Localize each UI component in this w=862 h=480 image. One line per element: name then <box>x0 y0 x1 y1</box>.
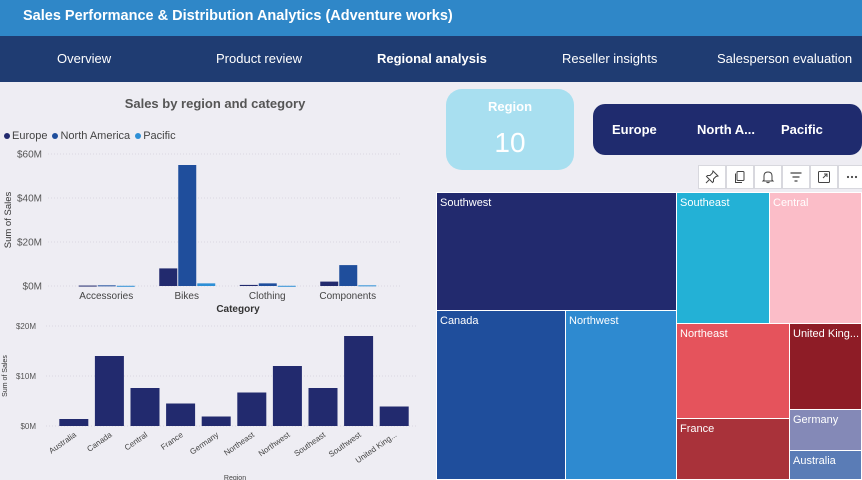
slicer-item-europe[interactable]: Europe <box>612 122 657 137</box>
treemap-tile-southwest[interactable]: Southwest <box>436 192 677 311</box>
bar-europe-accessories <box>78 285 97 287</box>
tab-overview[interactable]: Overview <box>57 51 111 66</box>
y-tick-label: $0M <box>23 282 42 293</box>
region-count-card: Region 10 <box>446 89 574 170</box>
pin-icon[interactable] <box>698 165 726 189</box>
report-title-bar: Sales Performance & Distribution Analyti… <box>0 0 862 36</box>
chart-title: Sales by region and category <box>124 96 306 111</box>
x-tick-label: Canada <box>85 430 114 454</box>
legend-item-pacific[interactable]: Pacific <box>135 130 176 142</box>
card-value: 10 <box>494 127 526 158</box>
bell-icon[interactable] <box>754 165 782 189</box>
bar-southwest <box>344 336 374 426</box>
bar-north-america-accessories <box>97 285 116 287</box>
x-tick-label: Bikes <box>175 291 199 302</box>
treemap-tile-canada[interactable]: Canada <box>436 310 566 480</box>
bar-europe-bikes <box>159 268 178 286</box>
bar-north-america-clothing <box>258 283 277 286</box>
treemap-tile-central[interactable]: Central <box>769 192 862 324</box>
legend-item-north-america[interactable]: North America <box>52 130 130 142</box>
copy-icon[interactable] <box>726 165 754 189</box>
treemap-tile-united-kingdom[interactable]: United King... <box>789 323 862 410</box>
sales-by-region-chart: $0M $10M $20M Sum of Sales Australia Canada Ce… <box>2 322 418 480</box>
x-axis-title: Category <box>216 304 260 315</box>
more-options-icon[interactable] <box>838 165 862 189</box>
y-tick-label: $0M <box>20 422 36 431</box>
x-axis-title: Region <box>224 475 246 480</box>
bar-germany <box>201 416 231 426</box>
bar-france <box>166 403 196 426</box>
tab-regional-analysis[interactable]: Regional analysis <box>377 51 487 66</box>
y-tick-label: $20M <box>16 322 36 331</box>
y-axis-title: Sum of Sales <box>3 192 14 249</box>
x-tick-label: France <box>159 430 185 452</box>
visual-header-toolbar <box>698 165 862 189</box>
x-tick-label: Australia <box>47 430 78 456</box>
slicer-item-pacific[interactable]: Pacific <box>781 122 823 137</box>
treemap-tile-france[interactable]: France <box>676 418 790 480</box>
bar-north-america-components <box>339 265 358 286</box>
bar-northeast <box>237 392 267 426</box>
legend-item-europe[interactable]: Europe <box>4 130 47 142</box>
tab-reseller-insights[interactable]: Reseller insights <box>562 51 657 66</box>
bar-central <box>130 388 160 426</box>
y-tick-label: $60M <box>17 150 42 161</box>
tab-salesperson-evaluation[interactable]: Salesperson evaluation <box>717 51 852 66</box>
bar-pacific-bikes <box>197 283 216 286</box>
card-label: Region <box>487 99 533 114</box>
legend-dot-pacific <box>135 133 142 139</box>
report-title: Sales Performance & Distribution Analyti… <box>23 8 453 24</box>
treemap-tile-northwest[interactable]: Northwest <box>565 310 677 480</box>
treemap-tile-southeast[interactable]: Southeast <box>676 192 770 324</box>
y-tick-label: $20M <box>17 238 42 249</box>
treemap-tile-australia[interactable]: Australia <box>789 450 862 480</box>
x-tick-label: Clothing <box>249 291 286 302</box>
y-tick-label: $40M <box>17 194 42 205</box>
x-tick-label: Northeast <box>222 430 256 458</box>
x-tick-label: Southeast <box>292 430 327 458</box>
bar-northwest <box>272 366 302 426</box>
focus-mode-icon[interactable] <box>810 165 838 189</box>
bar-pacific-accessories <box>116 285 135 287</box>
region-slicer: Europe North A... Pacific <box>593 104 862 155</box>
legend-dot-europe <box>4 133 10 139</box>
y-tick-label: $10M <box>16 372 36 381</box>
x-tick-label: Accessories <box>79 291 133 302</box>
slicer-item-north-america[interactable]: North A... <box>697 122 755 137</box>
bar-europe-clothing <box>239 284 258 286</box>
treemap-tile-northeast[interactable]: Northeast <box>676 323 790 419</box>
bar-southeast <box>308 388 338 426</box>
bar-pacific-components <box>358 285 377 287</box>
legend-dot-north-america <box>52 133 59 139</box>
tab-product-review[interactable]: Product review <box>216 51 302 66</box>
page-navigation: Overview Product review Regional analysi… <box>0 36 862 82</box>
sales-by-region-category-chart: $0M $20M $40M $60M Sum of Sales Accessories Bi… <box>3 150 400 315</box>
bar-north-america-bikes <box>178 165 197 286</box>
x-tick-label: Components <box>319 291 376 302</box>
bar-europe-components <box>320 281 339 286</box>
bar-united-king <box>379 406 409 426</box>
bar-australia <box>59 419 89 426</box>
chart-legend: Europe North America Pacific <box>4 130 176 142</box>
bar-canada <box>94 356 124 426</box>
x-tick-label: Northwest <box>257 430 292 458</box>
y-axis-title: Sum of Sales <box>2 355 9 397</box>
region-treemap: Southwest Canada Northwest Southeast Cen… <box>436 192 862 480</box>
bar-pacific-clothing <box>277 285 296 287</box>
filter-icon[interactable] <box>782 165 810 189</box>
treemap-tile-germany[interactable]: Germany <box>789 409 862 451</box>
x-tick-label: Germany <box>188 430 220 456</box>
x-tick-label: Central <box>123 430 149 452</box>
